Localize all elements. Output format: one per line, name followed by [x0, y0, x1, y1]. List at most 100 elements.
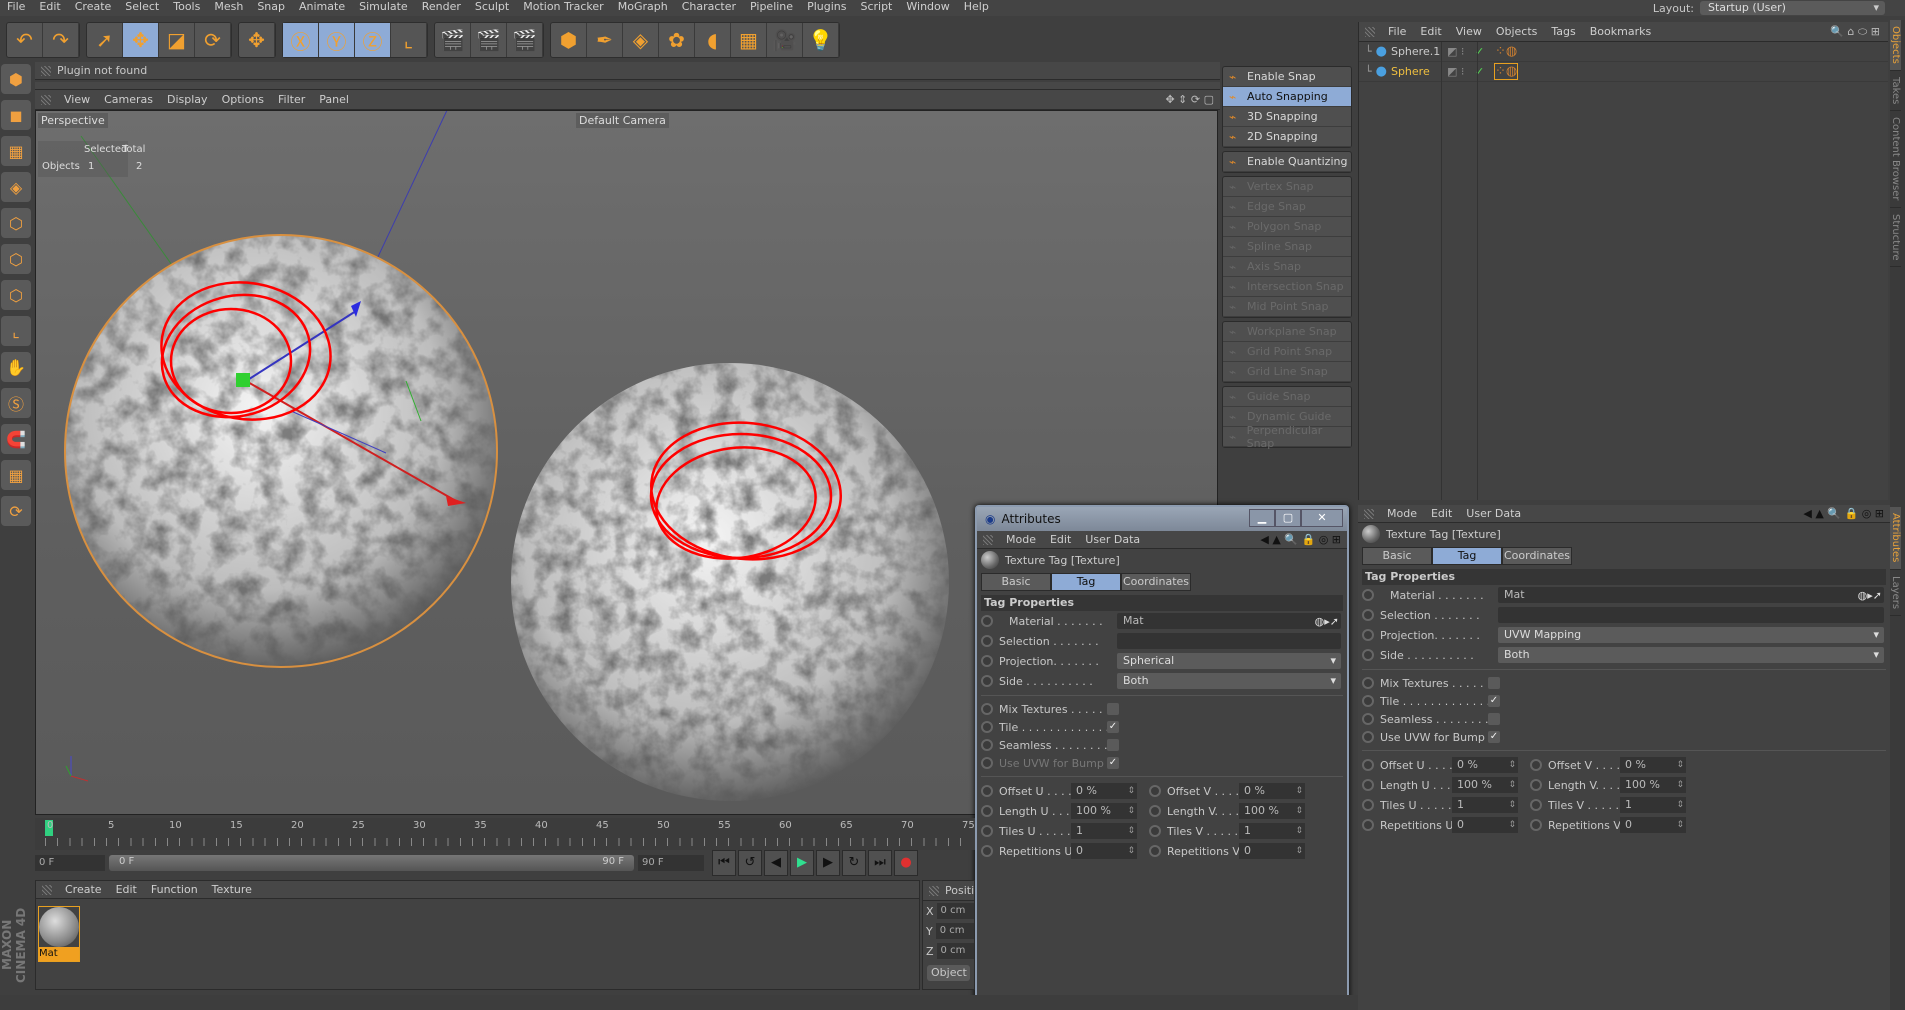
view-name[interactable]: Perspective — [38, 113, 108, 128]
undo-button[interactable]: ↶ — [7, 23, 43, 57]
menu-select[interactable]: Select — [118, 0, 166, 16]
checkbox[interactable]: ✓ — [1488, 731, 1500, 743]
animation-radio-icon[interactable] — [1362, 609, 1374, 621]
animation-radio-icon[interactable] — [1530, 779, 1542, 791]
position-y-field[interactable]: 0 cm — [935, 923, 974, 939]
menu-character[interactable]: Character — [675, 0, 743, 16]
viewport-menu-filter[interactable]: Filter — [271, 93, 312, 106]
viewport-menu-panel[interactable]: Panel — [312, 93, 356, 106]
snap-item-polygon-snap[interactable]: ⌁ Polygon Snap — [1223, 217, 1351, 237]
snap-item-2d-snapping[interactable]: ⌁ 2D Snapping — [1223, 127, 1351, 147]
tab-coordinates[interactable]: Coordinates — [1502, 547, 1572, 565]
go-to-end-button[interactable]: ⏭ — [868, 850, 892, 876]
x-axis-button[interactable]: Ⓧ — [283, 23, 319, 57]
numeric-field[interactable]: 100 % — [1071, 803, 1137, 819]
animation-radio-icon[interactable] — [1530, 759, 1542, 771]
visibility-toggle-icon[interactable]: ◩ ⁝ — [1447, 45, 1475, 58]
menu-simulate[interactable]: Simulate — [352, 0, 415, 16]
object-menu-bookmarks[interactable]: Bookmarks — [1583, 25, 1658, 38]
object-name[interactable]: Sphere.1 — [1391, 45, 1443, 58]
checkbox[interactable] — [1488, 677, 1500, 689]
material-menu-create[interactable]: Create — [58, 883, 109, 896]
object-row-sphere-1[interactable]: └ ● Sphere.1 ◩ ⁝ ✓ ⁘◍ — [1359, 42, 1888, 62]
material-menu-texture[interactable]: Texture — [205, 883, 259, 896]
menu-snap[interactable]: Snap — [250, 0, 292, 16]
make-editable-button[interactable]: ⬢ — [1, 64, 31, 94]
checkbox[interactable] — [1107, 739, 1119, 751]
redo-button[interactable]: ↷ — [43, 23, 79, 57]
cube-button[interactable]: ⬢ — [551, 23, 587, 57]
tab-basic[interactable]: Basic — [1362, 547, 1432, 565]
numeric-field[interactable]: 0 — [1452, 817, 1518, 833]
menu-create[interactable]: Create — [68, 0, 119, 16]
animation-radio-icon[interactable] — [981, 721, 993, 733]
selection-field[interactable] — [1498, 607, 1884, 623]
animation-radio-icon[interactable] — [981, 615, 993, 627]
numeric-field[interactable]: 0 % — [1239, 783, 1305, 799]
numeric-field[interactable]: 1 — [1452, 797, 1518, 813]
y-axis-button[interactable]: Ⓨ — [319, 23, 355, 57]
menu-mesh[interactable]: Mesh — [207, 0, 250, 16]
animation-radio-icon[interactable] — [981, 739, 993, 751]
render-settings-button[interactable]: 🎬 — [507, 23, 543, 57]
end-frame-field[interactable]: 90 F — [638, 855, 704, 871]
next-key-button[interactable]: ↻ — [842, 850, 866, 876]
object-row-sphere[interactable]: └ ● Sphere ◩ ⁝ ✓ ⁘◍ — [1359, 62, 1888, 82]
previous-key-button[interactable]: ↺ — [738, 850, 762, 876]
record-button[interactable]: ● — [894, 850, 918, 876]
snap-item-enable-snap[interactable]: ⌁ Enable Snap — [1223, 67, 1351, 87]
checkbox[interactable] — [1488, 713, 1500, 725]
tab-tag[interactable]: Tag — [1432, 547, 1502, 565]
menu-window[interactable]: Window — [899, 0, 956, 16]
menu-pipeline[interactable]: Pipeline — [743, 0, 800, 16]
object-manager-tools-icons[interactable]: 🔍 ⌂ ⬭ ⊞ — [1830, 25, 1880, 39]
animation-radio-icon[interactable] — [1362, 799, 1374, 811]
animation-radio-icon[interactable] — [981, 703, 993, 715]
window-title-bar[interactable]: ◉ Attributes ▁ ▢ ✕ — [977, 507, 1347, 531]
snap-item-axis-snap[interactable]: ⌁ Axis Snap — [1223, 257, 1351, 277]
animation-radio-icon[interactable] — [1362, 677, 1374, 689]
animation-radio-icon[interactable] — [1362, 759, 1374, 771]
coordinate-system-button[interactable]: ⌞ — [391, 23, 427, 57]
tweak-button[interactable]: ✋ — [1, 352, 31, 382]
attributes-menu-mode[interactable]: Mode — [999, 533, 1043, 546]
snap-item-grid-line-snap[interactable]: ⌁ Grid Line Snap — [1223, 362, 1351, 382]
snap-item-mid-point-snap[interactable]: ⌁ Mid Point Snap — [1223, 297, 1351, 317]
numeric-field[interactable]: 1 — [1620, 797, 1686, 813]
animation-radio-icon[interactable] — [981, 635, 993, 647]
numeric-field[interactable]: 1 — [1071, 823, 1137, 839]
animation-radio-icon[interactable] — [981, 655, 993, 667]
coordinate-mode-button[interactable]: Object — [927, 965, 970, 981]
animation-radio-icon[interactable] — [1530, 799, 1542, 811]
minimize-button[interactable]: ▁ — [1249, 509, 1275, 527]
menu-script[interactable]: Script — [853, 0, 899, 16]
rotate-button[interactable]: ⟳ — [195, 23, 231, 57]
object-menu-file[interactable]: File — [1381, 25, 1413, 38]
sphere-1[interactable] — [64, 234, 498, 668]
position-z-field[interactable]: 0 cm — [936, 943, 974, 959]
step-back-button[interactable]: ◀ — [764, 850, 788, 876]
quantize-button[interactable]: ⟳ — [1, 496, 31, 526]
camera-button[interactable]: 🎥 — [767, 23, 803, 57]
viewport-menu-cameras[interactable]: Cameras — [97, 93, 160, 106]
snap-item-spline-snap[interactable]: ⌁ Spline Snap — [1223, 237, 1351, 257]
animation-radio-icon[interactable] — [1362, 713, 1374, 725]
menu-plugins[interactable]: Plugins — [800, 0, 853, 16]
numeric-field[interactable]: 100 % — [1620, 777, 1686, 793]
animation-radio-icon[interactable] — [981, 825, 993, 837]
object-menu-tags[interactable]: Tags — [1544, 25, 1582, 38]
material-menu-function[interactable]: Function — [144, 883, 205, 896]
object-name[interactable]: Sphere — [1391, 65, 1443, 78]
checkbox[interactable]: ✓ — [1107, 721, 1119, 733]
animation-radio-icon[interactable] — [981, 785, 993, 797]
model-mode-button[interactable]: ◼ — [1, 100, 31, 130]
tab-tag[interactable]: Tag — [1051, 573, 1121, 591]
animation-radio-icon[interactable] — [1362, 649, 1374, 661]
current-frame-field[interactable]: 0 F — [35, 855, 105, 871]
render-view-button[interactable]: 🎬 — [435, 23, 471, 57]
attributes-nav-icons[interactable]: ◀ ▲ 🔍 🔒 ◎ ⊞ — [1803, 507, 1884, 520]
render-picture-viewer-button[interactable]: 🎬 — [471, 23, 507, 57]
points-mode-button[interactable]: ⬡ — [1, 208, 31, 238]
camera-name[interactable]: Default Camera — [576, 113, 669, 128]
attributes-nav-icons[interactable]: ◀ ▲ 🔍 🔒 ◎ ⊞ — [1260, 533, 1341, 546]
